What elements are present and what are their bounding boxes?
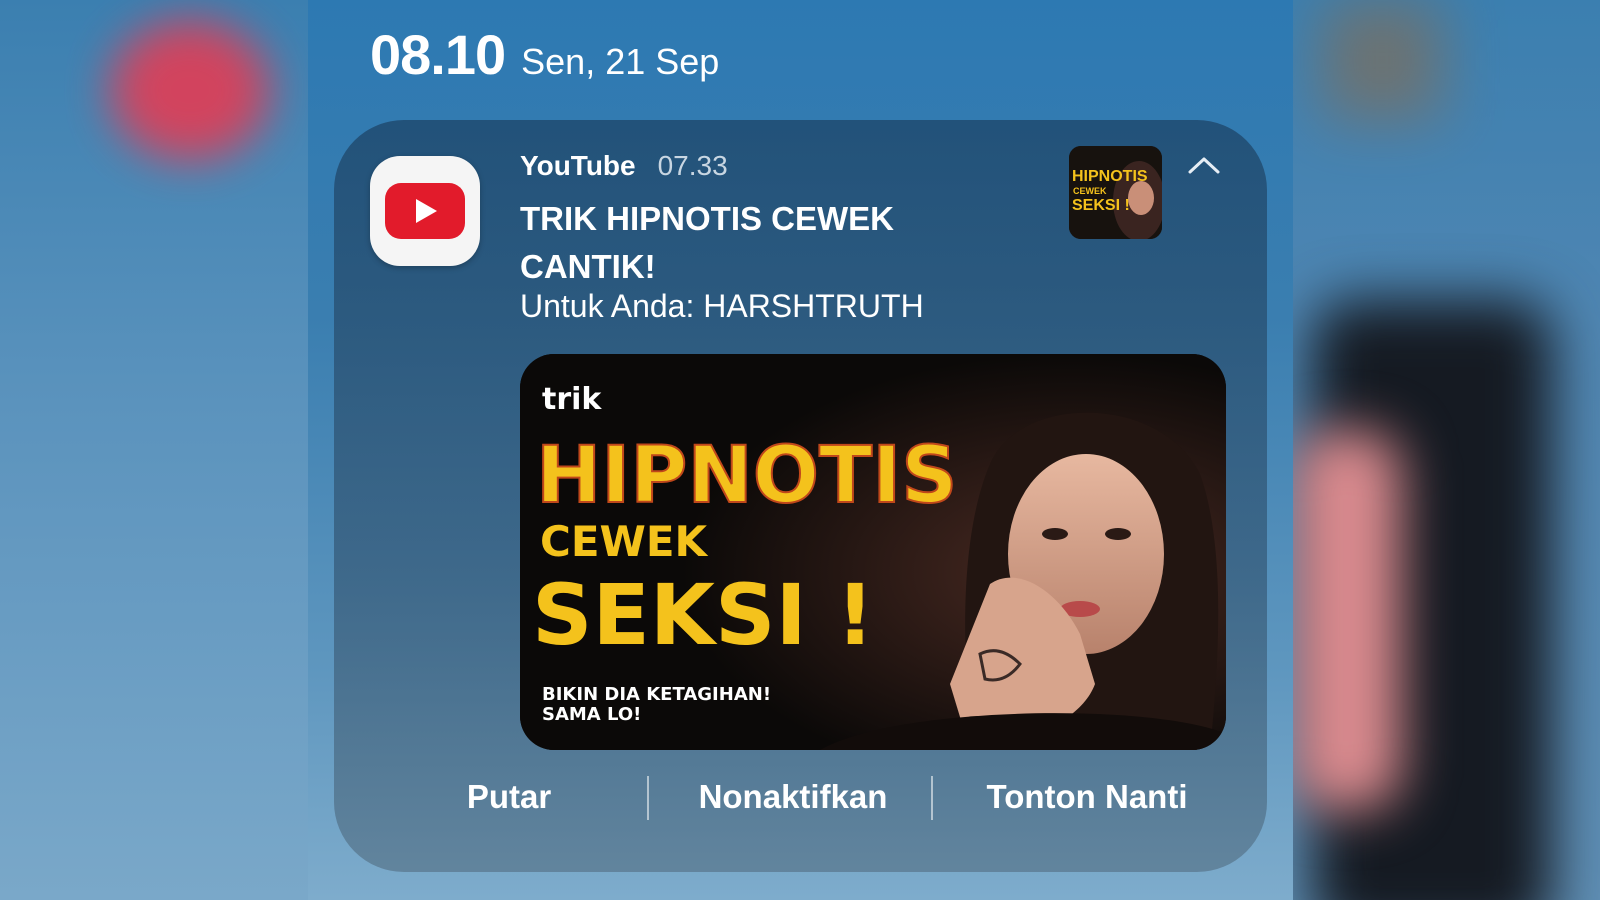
thumb-caption-2: SAMA LO! bbox=[542, 704, 641, 725]
notification-time: 07.33 bbox=[657, 150, 728, 181]
small-thumbnail: HIPNOTIS CEWEK SEKSI ! bbox=[1069, 146, 1162, 239]
blurred-shape bbox=[1322, 0, 1442, 120]
clock-date: Sen, 21 Sep bbox=[521, 41, 720, 82]
small-thumb-line3: SEKSI ! bbox=[1072, 197, 1130, 214]
action-divider bbox=[647, 776, 649, 820]
watch-later-button[interactable]: Tonton Nanti bbox=[962, 778, 1212, 816]
small-thumb-line1: HIPNOTIS bbox=[1072, 168, 1148, 185]
video-thumbnail[interactable]: trik HIPNOTIS CEWEK SEKSI ! BIKIN DIA KE… bbox=[520, 354, 1226, 750]
notification-actions: Putar Nonaktifkan Tonton Nanti bbox=[334, 768, 1267, 836]
thumb-text-headline: HIPNOTIS bbox=[536, 431, 957, 521]
disable-button[interactable]: Nonaktifkan bbox=[674, 778, 912, 816]
thumb-text-line3: SEKSI ! bbox=[532, 566, 874, 664]
notification-header: YouTube 07.33 bbox=[520, 150, 728, 182]
status-clock: 08.10 Sen, 21 Sep bbox=[370, 22, 719, 87]
app-name: YouTube bbox=[520, 150, 636, 181]
notification-title: TRIK HIPNOTIS CEWEK CANTIK! bbox=[520, 200, 895, 285]
youtube-icon bbox=[370, 156, 480, 266]
blurred-background-left bbox=[0, 0, 308, 900]
thumb-caption-1: BIKIN DIA KETAGIHAN! bbox=[542, 684, 771, 705]
blurred-background-right bbox=[1292, 0, 1600, 900]
notification-card[interactable]: YouTube 07.33 TRIK HIPNOTIS CEWEK CANTIK… bbox=[334, 120, 1267, 872]
notification-subtitle: Untuk Anda: HARSHTRUTH bbox=[520, 288, 924, 324]
play-button[interactable]: Putar bbox=[434, 778, 584, 816]
notification-shade: 08.10 Sen, 21 Sep YouTube 07.33 TRIK HIP… bbox=[308, 0, 1293, 900]
thumb-text-line2: CEWEK bbox=[540, 517, 709, 566]
clock-time: 08.10 bbox=[370, 23, 506, 86]
small-thumb-line2: CEWEK bbox=[1073, 186, 1107, 196]
action-divider bbox=[931, 776, 933, 820]
thumb-text-top: trik bbox=[542, 382, 602, 417]
blurred-red-shape bbox=[110, 20, 270, 160]
chevron-up-icon[interactable] bbox=[1184, 150, 1224, 180]
blurred-pink-shape bbox=[1292, 430, 1402, 810]
